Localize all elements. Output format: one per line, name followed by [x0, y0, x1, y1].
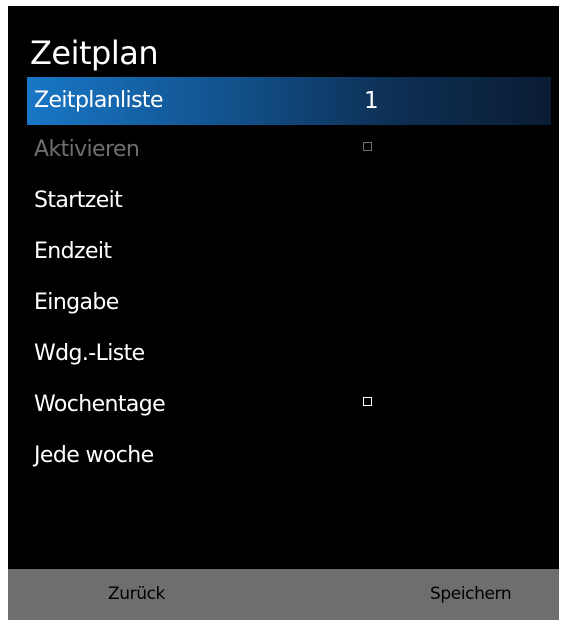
activate-checkbox[interactable]	[363, 142, 372, 151]
settings-menu: Zeitplanliste 1 Aktivieren Startzeit End…	[8, 77, 559, 482]
menu-item-end-time[interactable]: Endzeit	[8, 227, 559, 278]
menu-item-activate[interactable]: Aktivieren	[8, 125, 559, 176]
back-button[interactable]: Zurück	[108, 569, 165, 620]
schedule-list-value: 1	[364, 88, 379, 114]
menu-item-label: Wdg.-Liste	[34, 341, 145, 366]
menu-item-label: Zeitplanliste	[34, 88, 164, 113]
tv-screen: Zeitplan Zeitplanliste 1 Aktivieren Star…	[8, 6, 559, 620]
menu-item-label: Endzeit	[34, 239, 112, 264]
menu-item-input[interactable]: Eingabe	[8, 278, 559, 329]
save-button[interactable]: Speichern	[430, 569, 512, 620]
menu-item-weekdays[interactable]: Wochentage	[8, 380, 559, 431]
menu-item-every-week[interactable]: Jede woche	[8, 431, 559, 482]
menu-item-playlist[interactable]: Wdg.-Liste	[8, 329, 559, 380]
menu-item-label: Eingabe	[34, 290, 119, 315]
menu-item-label: Startzeit	[34, 188, 123, 213]
menu-item-start-time[interactable]: Startzeit	[8, 176, 559, 227]
weekdays-checkbox[interactable]	[363, 397, 372, 406]
menu-item-schedule-list[interactable]: Zeitplanliste 1	[8, 77, 559, 125]
page-title: Zeitplan	[30, 34, 159, 72]
menu-item-label: Wochentage	[34, 392, 166, 417]
footer-bar: Zurück Speichern	[8, 569, 559, 620]
menu-item-label: Aktivieren	[34, 137, 140, 162]
menu-item-label: Jede woche	[34, 443, 154, 468]
